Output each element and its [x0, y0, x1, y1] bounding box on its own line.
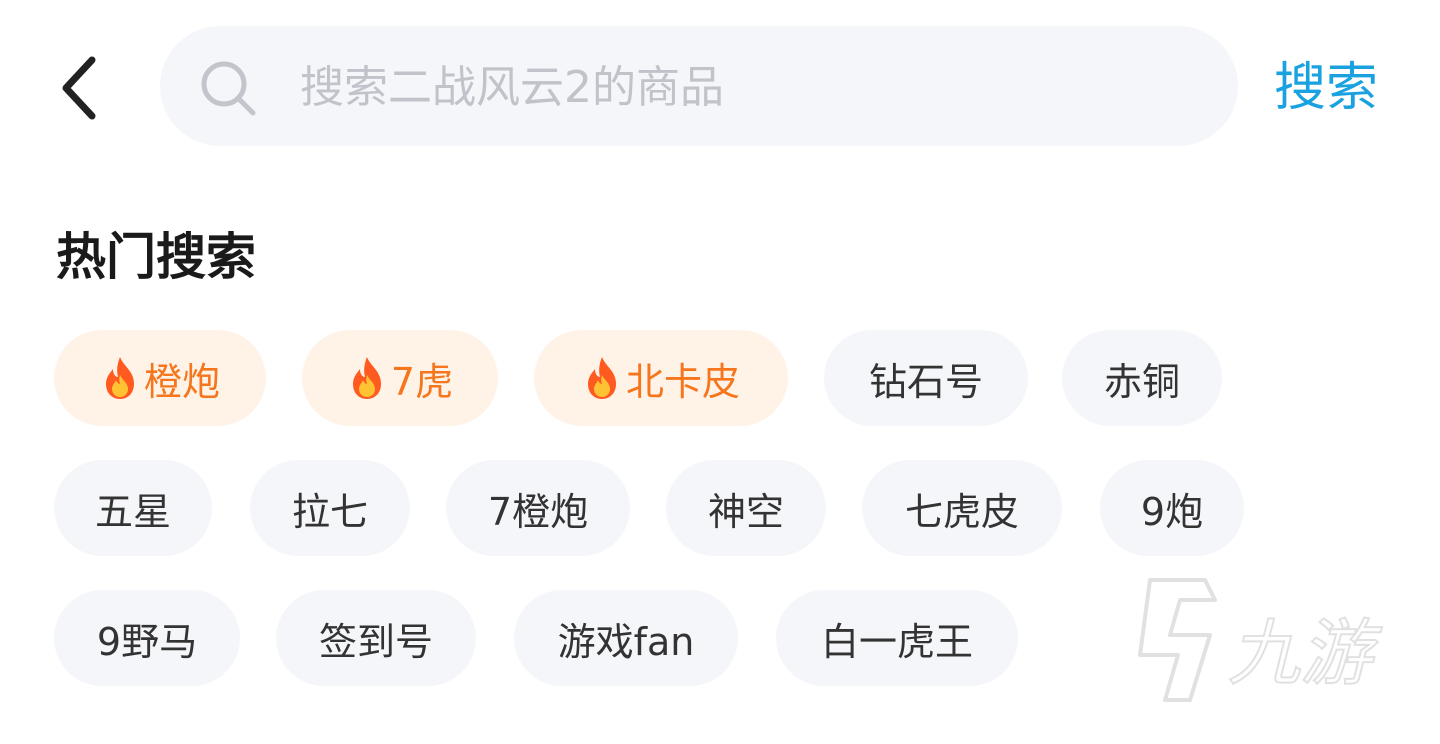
hot-search-tag[interactable]: 签到号	[276, 590, 476, 686]
tag-label: 7虎	[390, 359, 454, 404]
hot-search-tag[interactable]: 白一虎王	[776, 590, 1018, 686]
hot-search-tag[interactable]: 神空	[666, 460, 826, 556]
top-bar: 搜索	[0, 0, 1440, 175]
tag-label: 五星	[94, 489, 171, 534]
search-icon	[201, 61, 256, 116]
back-button[interactable]	[52, 50, 112, 126]
fire-icon	[352, 357, 381, 399]
hot-search-tag[interactable]: 橙炮	[54, 330, 266, 426]
tag-label: 白一虎王	[820, 619, 973, 664]
hot-search-tag[interactable]: 7虎	[302, 330, 498, 426]
hot-search-tag[interactable]: 钻石号	[824, 330, 1028, 426]
tag-label: 橙炮	[143, 359, 220, 404]
tag-label: 游戏fan	[557, 619, 695, 664]
hot-search-tag[interactable]: 9炮	[1100, 460, 1244, 556]
tag-label: 北卡皮	[625, 359, 740, 404]
watermark-text: 九游	[1228, 611, 1382, 695]
fire-icon	[587, 357, 616, 399]
tag-label: 神空	[707, 489, 784, 534]
chevron-left-icon	[62, 56, 96, 120]
hot-search-tag[interactable]: 七虎皮	[862, 460, 1062, 556]
search-button[interactable]: 搜索	[1274, 52, 1378, 124]
hot-search-tag[interactable]: 7橙炮	[446, 460, 630, 556]
tag-label: 拉七	[291, 489, 368, 534]
hot-search-tag[interactable]: 赤铜	[1062, 330, 1222, 426]
tag-label: 钻石号	[868, 359, 983, 404]
search-box[interactable]	[160, 26, 1238, 146]
hot-search-tag[interactable]: 9野马	[54, 590, 240, 686]
hot-search-tag[interactable]: 游戏fan	[514, 590, 738, 686]
hot-search-tag[interactable]: 北卡皮	[534, 330, 788, 426]
tag-label: 7橙炮	[487, 489, 589, 534]
tag-label: 9野马	[96, 619, 198, 664]
tag-label: 赤铜	[1103, 359, 1180, 404]
tag-label: 七虎皮	[904, 489, 1019, 534]
hot-search-tag[interactable]: 五星	[54, 460, 212, 556]
tag-label: 9炮	[1140, 489, 1204, 534]
fire-icon	[105, 357, 134, 399]
hot-search-tag[interactable]: 拉七	[250, 460, 410, 556]
search-input[interactable]	[298, 44, 1202, 130]
hot-search-title: 热门搜索	[56, 228, 256, 286]
jiuyou-logo-icon: 九游	[1138, 578, 1383, 702]
tag-label: 签到号	[318, 619, 433, 664]
